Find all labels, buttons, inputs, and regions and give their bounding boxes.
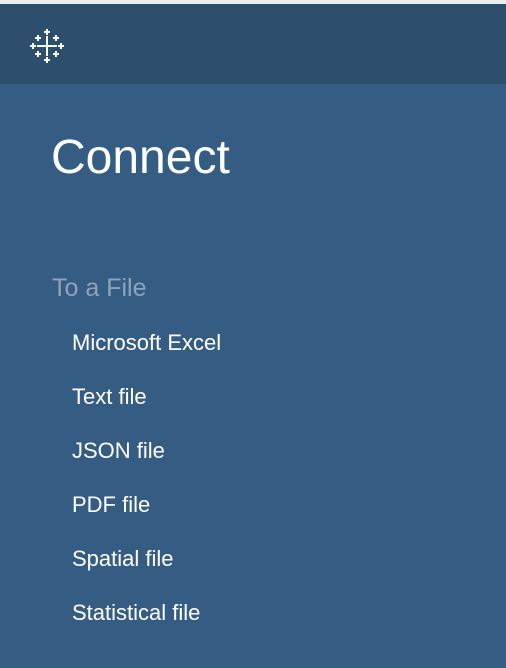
connector-label: JSON file — [72, 438, 165, 463]
connector-label: Spatial file — [72, 546, 174, 571]
tableau-logo-icon[interactable] — [29, 28, 65, 64]
connector-label: PDF file — [72, 492, 151, 517]
app-header — [0, 4, 506, 84]
connector-spatial-file[interactable]: Spatial file — [0, 542, 506, 596]
connector-json-file[interactable]: JSON file — [0, 434, 506, 488]
file-connector-list: Microsoft Excel Text file JSON file PDF … — [0, 326, 506, 650]
connector-statistical-file[interactable]: Statistical file — [0, 596, 506, 650]
connect-pane: Connect To a File Microsoft Excel Text f… — [0, 0, 506, 668]
connect-title: Connect — [51, 131, 230, 184]
connector-text-file[interactable]: Text file — [0, 380, 506, 434]
connector-microsoft-excel[interactable]: Microsoft Excel — [0, 326, 506, 380]
connector-label: Text file — [72, 384, 147, 409]
connector-pdf-file[interactable]: PDF file — [0, 488, 506, 542]
connector-label: Microsoft Excel — [72, 330, 222, 355]
section-label-to-a-file: To a File — [52, 274, 147, 302]
connector-label: Statistical file — [72, 600, 201, 625]
